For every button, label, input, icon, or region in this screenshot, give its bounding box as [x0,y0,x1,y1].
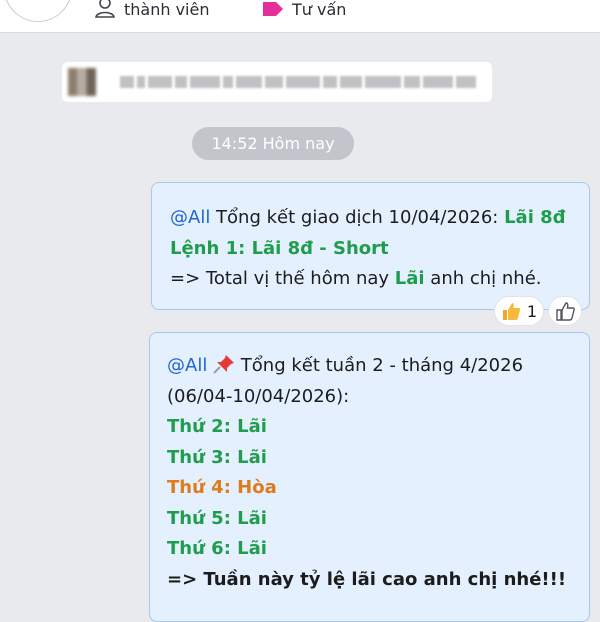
sender-avatar [68,68,96,96]
day-result: Thứ 3: Lãi [167,446,267,468]
date-range: (06/04-10/04/2026): [167,385,350,407]
members-label: thành viên [124,0,210,19]
user-icon [95,0,115,18]
mention-all[interactable]: @All [167,355,207,376]
sender-name-blurred [120,76,476,88]
profit-highlight: Lãi 8đ [504,207,566,228]
summary-suffix: anh chị nhé. [424,268,542,289]
message-text: Tổng kết giao dịch 10/04/2026: [210,207,505,228]
sender-info-blurred [62,62,492,102]
time-divider: 14:52 Hôm nay [192,127,354,160]
summary-line: => Total vị thế hôm nay Lãi anh chị nhé. [170,264,573,295]
closing-line: => Tuần này tỷ lệ lãi cao anh chị nhé!!! [167,568,567,590]
order-line: Lệnh 1: Lãi 8đ - Short [170,237,389,259]
reaction-count: 1 [526,301,538,321]
message-line: @All Tổng kết tuần 2 - tháng 4/2026 [167,351,575,382]
tag-icon [263,2,283,16]
day-result: Thứ 2: Lãi [167,416,267,437]
members-button[interactable]: thành viên [94,0,210,19]
group-avatar[interactable] [4,0,72,22]
thumbs-up-icon [502,303,521,320]
week-title: Tổng kết tuần 2 - tháng 4/2026 [235,355,524,376]
like-button[interactable] [548,296,582,326]
day-result: Thứ 4: Hòa [167,477,277,498]
message-bubble[interactable]: @All Tổng kết tuần 2 - tháng 4/2026 (06/… [149,332,590,622]
consult-button[interactable]: Tư vấn [262,0,347,19]
day-result: Thứ 5: Lãi [167,507,267,529]
pushpin-icon [213,355,235,374]
consult-label: Tư vấn [292,0,347,19]
day-result: Thứ 6: Lãi [167,538,267,559]
top-header: thành viên Tư vấn [0,0,600,33]
summary-prefix: => Total vị thế hôm nay [170,268,395,289]
message-bubble[interactable]: @All Tổng kết giao dịch 10/04/2026: Lãi … [151,182,590,310]
mention-all[interactable]: @All [170,207,210,228]
thumbs-up-outline-icon [556,302,575,321]
summary-highlight: Lãi [394,268,425,289]
message-line: @All Tổng kết giao dịch 10/04/2026: Lãi … [170,203,573,234]
reaction-badge[interactable]: 1 [494,296,544,326]
